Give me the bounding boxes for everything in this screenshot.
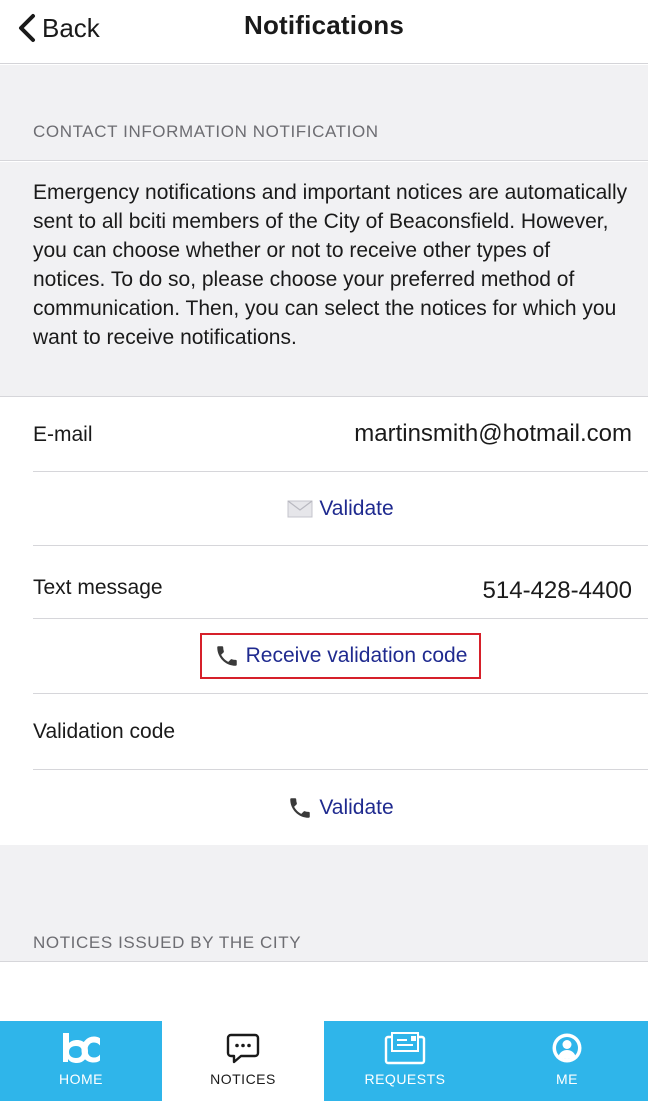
code-validate-button[interactable]: Validate: [287, 795, 394, 821]
email-validate-row: Validate: [33, 472, 648, 546]
tab-home[interactable]: HOME: [0, 1021, 162, 1101]
tab-notices[interactable]: NOTICES: [162, 1021, 324, 1101]
receive-validation-code-label: Receive validation code: [245, 644, 468, 667]
code-validate-label: Validate: [319, 795, 394, 819]
tab-home-label: HOME: [59, 1071, 103, 1087]
tab-requests-label: REQUESTS: [364, 1071, 446, 1087]
phone-icon: [290, 797, 311, 818]
contact-description-box: Emergency notifications and important no…: [0, 162, 648, 397]
contact-description: Emergency notifications and important no…: [33, 181, 628, 349]
text-message-label: Text message: [33, 576, 163, 599]
page-title: Notifications: [243, 10, 405, 40]
phone-icon: [216, 646, 237, 666]
code-validate-row: Validate: [33, 770, 648, 845]
contact-section-header: CONTACT INFORMATION NOTIFICATION: [33, 122, 379, 141]
email-value[interactable]: martinsmith@hotmail.com: [354, 420, 632, 448]
chat-bubble-icon: [226, 1033, 260, 1064]
email-validate-button[interactable]: Validate: [287, 496, 394, 521]
tab-me-label: ME: [556, 1071, 578, 1087]
notices-section-header: NOTICES ISSUED BY THE CITY: [33, 933, 302, 952]
tab-notices-label: NOTICES: [210, 1071, 276, 1087]
nav-header: Back Notifications: [0, 0, 648, 64]
tab-me[interactable]: ME: [486, 1021, 648, 1101]
validation-code-row[interactable]: Validation code: [33, 694, 648, 770]
bc-logo-icon: [63, 1033, 100, 1063]
text-message-row[interactable]: Text message 514-428-4400: [33, 546, 648, 619]
validation-code-label: Validation code: [33, 720, 176, 743]
envelope-icon: [287, 500, 313, 517]
notices-section-band: NOTICES ISSUED BY THE CITY: [0, 845, 648, 962]
contact-section-band: CONTACT INFORMATION NOTIFICATION: [0, 65, 648, 161]
email-row[interactable]: E-mail martinsmith@hotmail.com: [33, 398, 648, 472]
email-label: E-mail: [33, 423, 93, 446]
tab-requests[interactable]: REQUESTS: [324, 1021, 486, 1101]
receive-code-row: Receive validation code: [33, 619, 648, 694]
document-tray-icon: [384, 1032, 426, 1065]
bottom-tab-bar: HOME NOTICES REQUESTS ME: [0, 1021, 648, 1101]
text-message-value[interactable]: 514-428-4400: [483, 577, 632, 605]
user-circle-icon: [552, 1033, 582, 1063]
receive-validation-code-button[interactable]: Receive validation code: [199, 633, 482, 679]
email-validate-label: Validate: [319, 496, 394, 520]
